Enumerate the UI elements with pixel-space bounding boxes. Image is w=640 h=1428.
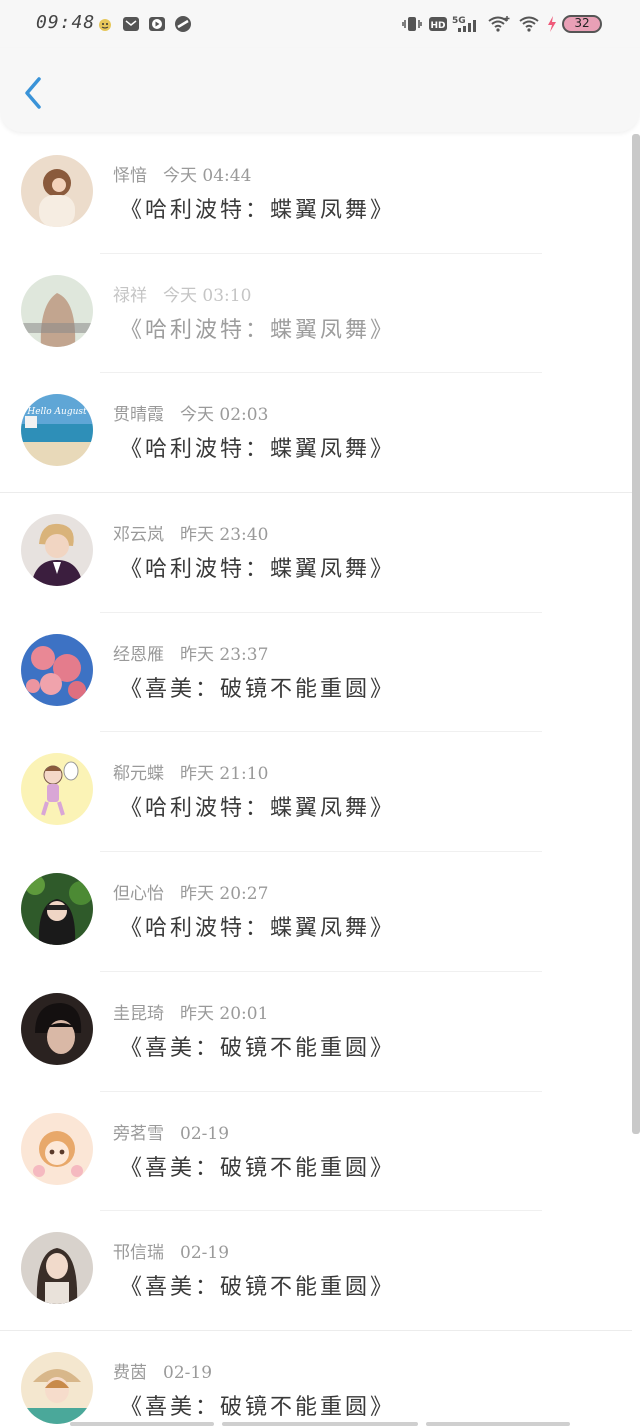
- message-list: 怿愔 今天 04:44 《哈利波特：蝶翼凤舞》 禄祥 今天 03:10 《哈利波特：…: [0, 134, 632, 1428]
- timestamp: 昨天 23:37: [180, 644, 269, 665]
- gesture-bar: [70, 1422, 214, 1426]
- avatar[interactable]: [21, 1351, 93, 1424]
- list-item[interactable]: 邗信瑞 02-19 《喜美：破镜不能重圆》: [0, 1211, 632, 1331]
- status-time: 09:48: [36, 12, 96, 33]
- author-name: 邗信瑞: [113, 1243, 164, 1264]
- author-name: 贯晴霞: [113, 405, 164, 426]
- avatar[interactable]: Hello August: [21, 394, 93, 467]
- item-meta: 旁茗雪 02-19: [113, 1119, 229, 1144]
- list-item[interactable]: 禄祥 今天 03:10 《哈利波特：蝶翼凤舞》: [0, 254, 632, 374]
- battery-level: 32: [574, 16, 590, 30]
- avatar[interactable]: [21, 274, 93, 347]
- author-name: 费茵: [113, 1362, 147, 1383]
- status-bar: 09:48 HD 5G 32: [0, 0, 640, 48]
- avatar[interactable]: [21, 753, 93, 826]
- list-item[interactable]: 郗元蝶 昨天 21:10 《哈利波特：蝶翼凤舞》: [0, 732, 632, 853]
- book-title: 《哈利波特：蝶翼凤舞》: [120, 796, 396, 822]
- author-name: 圭昆琦: [113, 1003, 164, 1024]
- item-meta: 邗信瑞 02-19: [113, 1238, 229, 1263]
- svg-text:Hello August: Hello August: [26, 407, 87, 417]
- book-title: 《喜美：破镜不能重圆》: [120, 1394, 396, 1420]
- book-title: 《哈利波特：蝶翼凤舞》: [120, 198, 396, 223]
- top-nav-bar: [0, 48, 640, 132]
- book-title: 《喜美：破镜不能重圆》: [120, 1035, 396, 1061]
- play-icon: [149, 17, 165, 31]
- gesture-bar: [222, 1422, 418, 1426]
- wifi-icon: [519, 16, 539, 32]
- emoji-face-icon: [99, 19, 111, 31]
- author-name: 禄祥: [113, 285, 147, 306]
- author-name: 郗元蝶: [113, 764, 164, 785]
- book-title: 《喜美：破镜不能重圆》: [120, 1155, 396, 1181]
- book-title: 《哈利波特：蝶翼凤舞》: [120, 557, 396, 583]
- vibrate-icon: [402, 17, 422, 31]
- author-name: 邓云岚: [113, 525, 164, 546]
- item-meta: 邓云岚 昨天 23:40: [113, 520, 268, 545]
- timestamp: 今天 04:44: [163, 166, 252, 186]
- item-meta: 郗元蝶 昨天 21:10: [113, 759, 268, 784]
- list-item[interactable]: 圭昆琦 昨天 20:01 《喜美：破镜不能重圆》: [0, 972, 632, 1092]
- timestamp: 昨天 21:10: [180, 764, 269, 785]
- author-name: 但心怡: [113, 884, 164, 905]
- author-name: 经恩雁: [113, 644, 164, 665]
- avatar[interactable]: [21, 633, 93, 706]
- timestamp: 02-19: [163, 1362, 213, 1383]
- avatar[interactable]: [21, 873, 93, 946]
- list-item[interactable]: 费茵 02-19 《喜美：破镜不能重圆》: [0, 1331, 632, 1428]
- svg-text:HD: HD: [430, 21, 445, 31]
- timestamp: 02-19: [180, 1123, 230, 1144]
- avatar[interactable]: [21, 992, 93, 1065]
- author-name: 旁茗雪: [113, 1123, 164, 1144]
- list-item[interactable]: 怿愔 今天 04:44 《哈利波特：蝶翼凤舞》: [0, 134, 632, 254]
- item-meta: 圭昆琦 昨天 20:01: [113, 999, 268, 1024]
- book-title: 《哈利波特：蝶翼凤舞》: [120, 916, 396, 942]
- item-meta: 经恩雁 昨天 23:37: [113, 640, 268, 665]
- avatar[interactable]: [21, 1112, 93, 1185]
- item-meta: 贯晴霞 今天 02:03: [113, 400, 268, 425]
- book-title: 《喜美：破镜不能重圆》: [120, 1275, 396, 1301]
- list-item[interactable]: Hello August 贯晴霞 今天 02:03 《哈利波特：蝶翼凤舞》: [0, 373, 632, 494]
- author-name: 怿愔: [113, 166, 147, 186]
- svg-text:5G: 5G: [452, 16, 466, 26]
- item-meta: 但心怡 昨天 20:27: [113, 879, 268, 904]
- wifi-icon: [488, 16, 510, 32]
- book-title: 《哈利波特：蝶翼凤舞》: [120, 317, 396, 343]
- item-meta: 禄祥 今天 03:10: [113, 281, 251, 306]
- hd-icon: HD: [429, 17, 447, 31]
- list-item[interactable]: 经恩雁 昨天 23:37 《喜美：破镜不能重圆》: [0, 613, 632, 733]
- list-item[interactable]: 邓云岚 昨天 23:40 《哈利波特：蝶翼凤舞》: [0, 493, 632, 613]
- charging-icon: [548, 16, 556, 32]
- item-meta: 费茵 02-19: [113, 1358, 212, 1383]
- timestamp: 昨天 20:27: [180, 884, 269, 905]
- battery-indicator: 32: [562, 15, 602, 33]
- book-title: 《喜美：破镜不能重圆》: [120, 676, 396, 702]
- book-title: 《哈利波特：蝶翼凤舞》: [120, 437, 396, 463]
- timestamp: 今天 02:03: [180, 405, 269, 426]
- timestamp: 02-19: [180, 1243, 230, 1264]
- avatar[interactable]: [21, 1232, 93, 1305]
- list-item[interactable]: 但心怡 昨天 20:27 《哈利波特：蝶翼凤舞》: [0, 852, 632, 972]
- gesture-bar: [426, 1422, 570, 1426]
- item-meta: 怿愔 今天 04:44: [113, 161, 251, 186]
- timestamp: 昨天 20:01: [180, 1003, 269, 1024]
- 5g-signal-icon: 5G: [452, 16, 476, 32]
- timestamp: 昨天 23:40: [180, 525, 269, 546]
- chevron-left-icon[interactable]: [18, 74, 50, 112]
- avatar[interactable]: [21, 155, 93, 227]
- mail-icon: [123, 17, 139, 31]
- list-item[interactable]: 旁茗雪 02-19 《喜美：破镜不能重圆》: [0, 1092, 632, 1212]
- timestamp: 今天 03:10: [163, 285, 252, 306]
- scrollbar[interactable]: [632, 134, 640, 1134]
- link-icon: [175, 16, 191, 32]
- avatar[interactable]: [21, 514, 93, 587]
